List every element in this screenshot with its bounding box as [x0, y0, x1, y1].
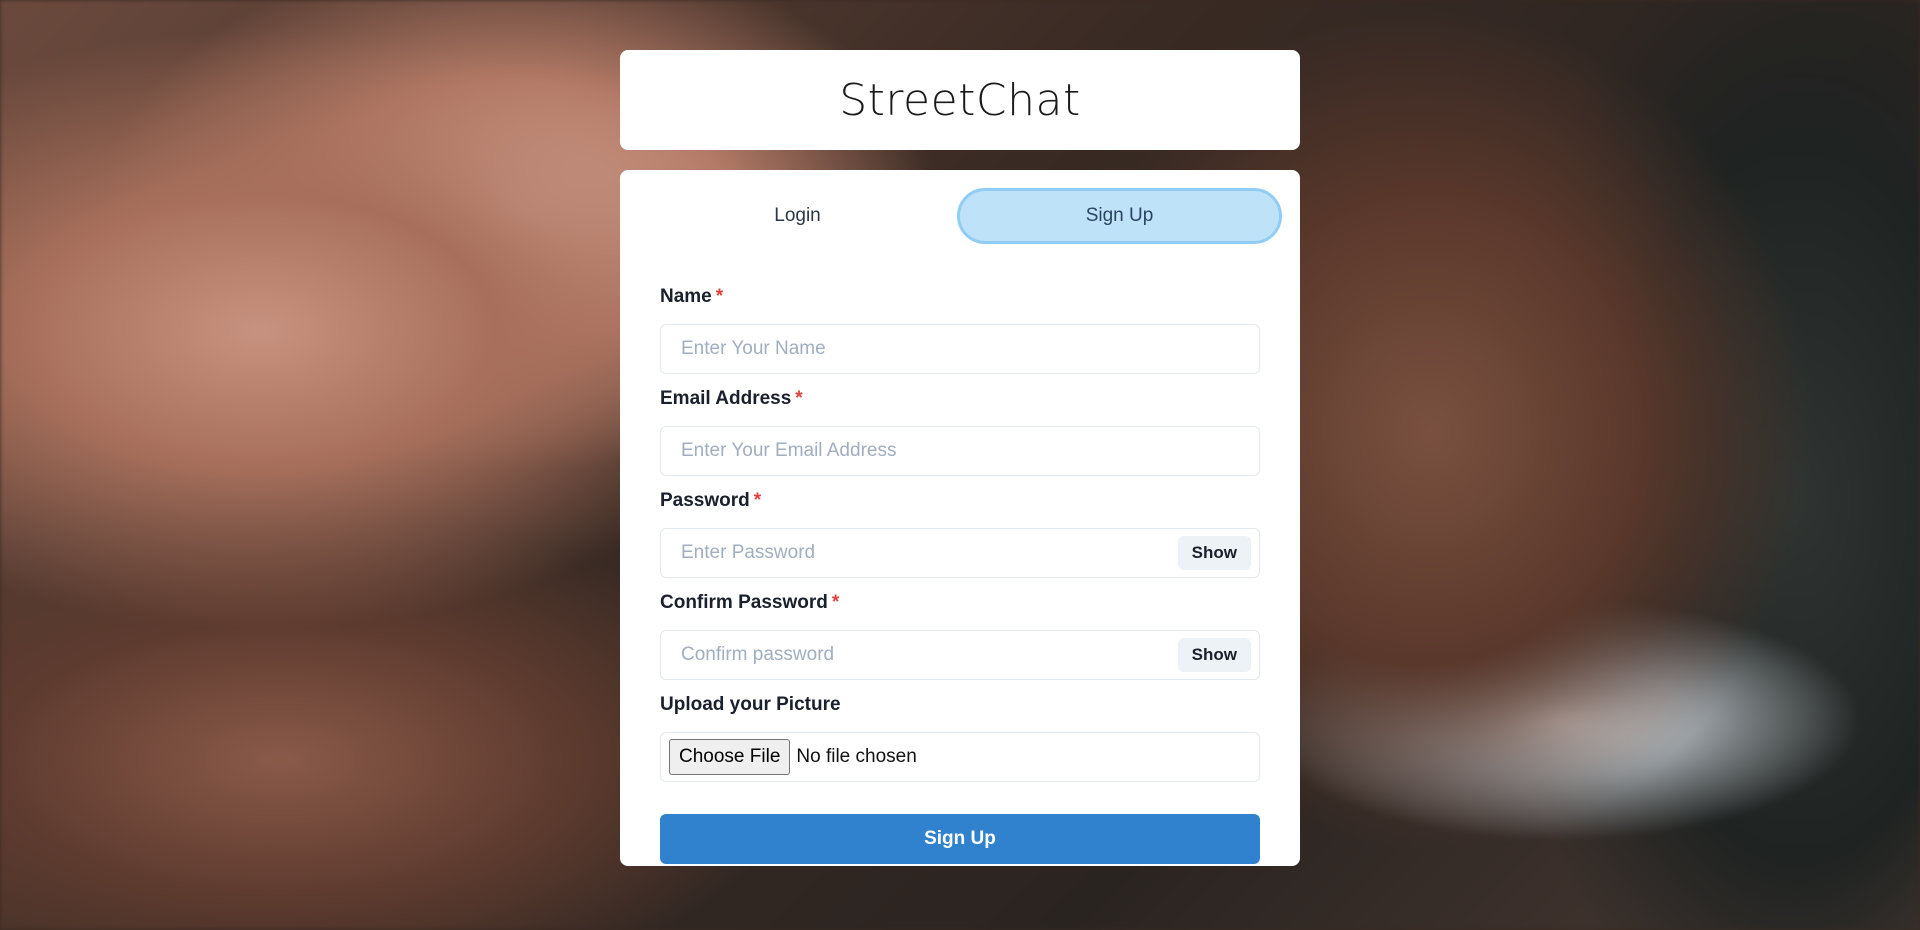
picture-label: Upload your Picture — [660, 692, 1260, 718]
confirm-password-label: Confirm Password * — [660, 590, 1260, 616]
password-label-text: Password — [660, 490, 750, 511]
password-label: Password * — [660, 488, 1260, 514]
email-label-text: Email Address — [660, 388, 792, 409]
confirm-password-show-button[interactable]: Show — [1177, 638, 1251, 672]
name-label-text: Name — [660, 286, 712, 307]
required-mark: * — [795, 388, 803, 409]
signup-submit-button[interactable]: Sign Up — [660, 814, 1260, 864]
tab-signup[interactable]: Sign Up — [957, 188, 1282, 244]
picture-label-text: Upload your Picture — [660, 694, 841, 715]
email-input[interactable] — [681, 440, 1251, 462]
email-label: Email Address * — [660, 386, 1260, 412]
required-mark: * — [715, 286, 724, 307]
name-field — [660, 324, 1260, 374]
name-input[interactable] — [681, 338, 1251, 360]
form-card: Login Sign Up Name * Email Address * Pas… — [620, 170, 1300, 866]
tab-list: Login Sign Up — [638, 188, 1282, 244]
file-status-text: No file chosen — [796, 746, 917, 767]
confirm-password-label-text: Confirm Password — [660, 592, 828, 613]
password-field: Show — [660, 528, 1260, 578]
tab-login[interactable]: Login — [638, 188, 957, 244]
header-card: StreetChat — [620, 50, 1300, 150]
confirm-password-input[interactable] — [681, 644, 1178, 666]
required-mark: * — [831, 592, 840, 613]
picture-file-field: Choose File No file chosen — [660, 732, 1260, 782]
required-mark: * — [753, 490, 762, 511]
choose-file-button[interactable]: Choose File — [669, 739, 791, 775]
email-field — [660, 426, 1260, 476]
confirm-password-field: Show — [660, 630, 1260, 680]
password-input[interactable] — [681, 542, 1178, 564]
signup-form: Name * Email Address * Password * Show — [638, 284, 1282, 864]
auth-container: StreetChat Login Sign Up Name * Email Ad… — [620, 50, 1300, 866]
password-show-button[interactable]: Show — [1177, 536, 1251, 570]
app-title: StreetChat — [839, 74, 1081, 126]
name-label: Name * — [660, 284, 1260, 310]
